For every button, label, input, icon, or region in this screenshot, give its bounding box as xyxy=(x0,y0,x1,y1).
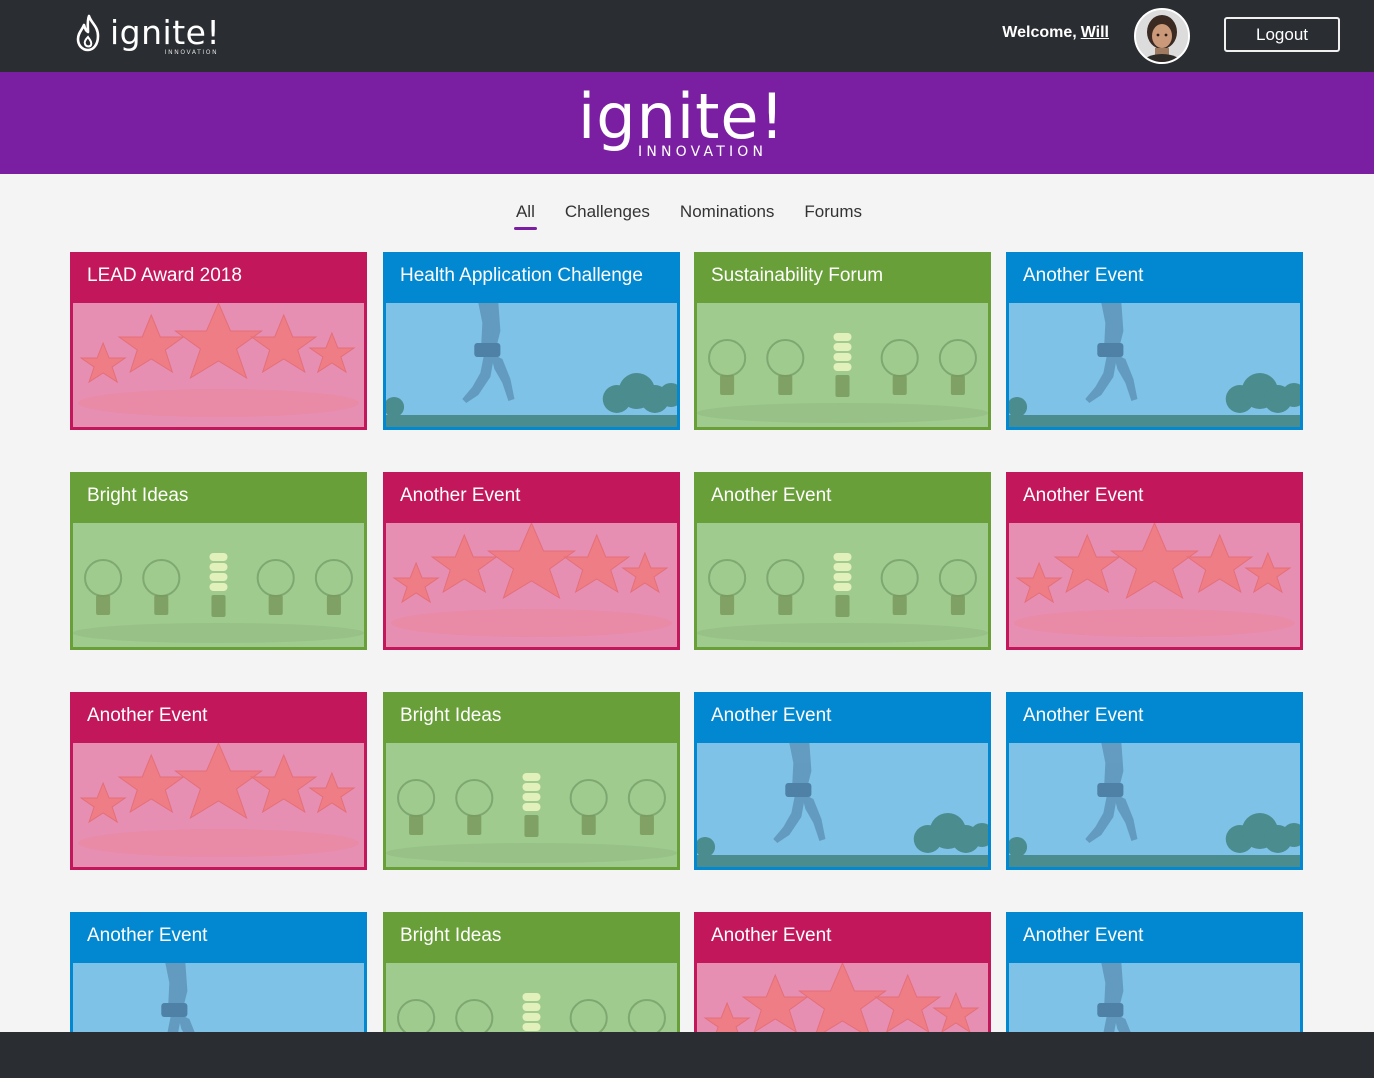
flame-icon xyxy=(76,14,100,52)
event-card[interactable]: Another Event xyxy=(1006,912,1303,1032)
banner-logo-subtext: INNOVATION xyxy=(638,144,768,160)
event-card[interactable]: Another Event xyxy=(70,912,367,1032)
event-card[interactable]: Bright Ideas xyxy=(383,912,680,1032)
event-card[interactable]: Bright Ideas xyxy=(383,692,680,870)
event-card-image-bulbs xyxy=(697,523,988,647)
avatar[interactable] xyxy=(1134,8,1190,64)
welcome-prefix: Welcome, xyxy=(1002,24,1077,41)
event-card-title: Health Application Challenge xyxy=(386,255,677,303)
top-navbar: ignite! INNOVATION Welcome, Will Logout xyxy=(0,0,1374,72)
event-card-image-runner xyxy=(73,963,364,1032)
event-card-image-stars xyxy=(386,523,677,647)
tab-all[interactable]: All xyxy=(513,200,537,230)
event-card-title: Another Event xyxy=(697,695,988,743)
event-card-title: Another Event xyxy=(73,915,364,963)
event-card-image-runner xyxy=(1009,303,1300,427)
event-card[interactable]: Bright Ideas xyxy=(70,472,367,650)
brand-banner: ignite! INNOVATION xyxy=(0,72,1374,174)
event-card-title: Bright Ideas xyxy=(73,475,364,523)
event-card-image-bulbs xyxy=(386,963,677,1032)
page-footer xyxy=(0,1032,1374,1078)
event-card-title: LEAD Award 2018 xyxy=(73,255,364,303)
header-logo-text: ignite! xyxy=(110,13,221,52)
event-card[interactable]: Another Event xyxy=(694,912,991,1032)
event-card-image-stars xyxy=(697,963,988,1032)
event-card-title: Another Event xyxy=(1009,695,1300,743)
event-card-image-bulbs xyxy=(386,743,677,867)
event-card-title: Another Event xyxy=(73,695,364,743)
event-card-image-bulbs xyxy=(697,303,988,427)
welcome-message: Welcome, Will xyxy=(1002,24,1109,42)
event-card-image-stars xyxy=(73,743,364,867)
event-card[interactable]: Health Application Challenge xyxy=(383,252,680,430)
banner-logo: ignite! INNOVATION xyxy=(578,80,786,162)
username-link[interactable]: Will xyxy=(1081,24,1109,41)
event-card-image-stars xyxy=(1009,523,1300,647)
event-card-image-bulbs xyxy=(73,523,364,647)
logout-button[interactable]: Logout xyxy=(1224,17,1340,52)
filter-tabs: All Challenges Nominations Forums xyxy=(0,200,1374,230)
event-card-title: Another Event xyxy=(1009,255,1300,303)
event-card[interactable]: Another Event xyxy=(1006,472,1303,650)
user-avatar-icon xyxy=(1136,10,1188,62)
event-card-grid: LEAD Award 2018 Health Application Chall… xyxy=(70,252,1304,1032)
event-card[interactable]: Another Event xyxy=(383,472,680,650)
event-card[interactable]: Another Event xyxy=(1006,252,1303,430)
event-card-image-runner xyxy=(386,303,677,427)
event-card-title: Another Event xyxy=(1009,475,1300,523)
event-card-image-runner xyxy=(1009,963,1300,1032)
event-card[interactable]: Another Event xyxy=(694,692,991,870)
event-card-title: Bright Ideas xyxy=(386,695,677,743)
event-card-title: Another Event xyxy=(697,475,988,523)
event-card-title: Sustainability Forum xyxy=(697,255,988,303)
event-card[interactable]: Another Event xyxy=(1006,692,1303,870)
tab-forums[interactable]: Forums xyxy=(802,200,864,230)
tab-challenges[interactable]: Challenges xyxy=(563,200,652,230)
event-card-title: Another Event xyxy=(697,915,988,963)
event-card-image-stars xyxy=(73,303,364,427)
event-card-image-runner xyxy=(697,743,988,867)
banner-logo-text: ignite! xyxy=(578,80,786,153)
event-card[interactable]: LEAD Award 2018 xyxy=(70,252,367,430)
event-card-title: Another Event xyxy=(386,475,677,523)
header-logo-subtext: INNOVATION xyxy=(164,49,219,56)
event-card[interactable]: Another Event xyxy=(694,472,991,650)
event-card-title: Bright Ideas xyxy=(386,915,677,963)
header-logo[interactable]: ignite! INNOVATION xyxy=(74,14,220,58)
event-card-title: Another Event xyxy=(1009,915,1300,963)
tab-nominations[interactable]: Nominations xyxy=(678,200,777,230)
event-card[interactable]: Another Event xyxy=(70,692,367,870)
event-card[interactable]: Sustainability Forum xyxy=(694,252,991,430)
event-card-image-runner xyxy=(1009,743,1300,867)
